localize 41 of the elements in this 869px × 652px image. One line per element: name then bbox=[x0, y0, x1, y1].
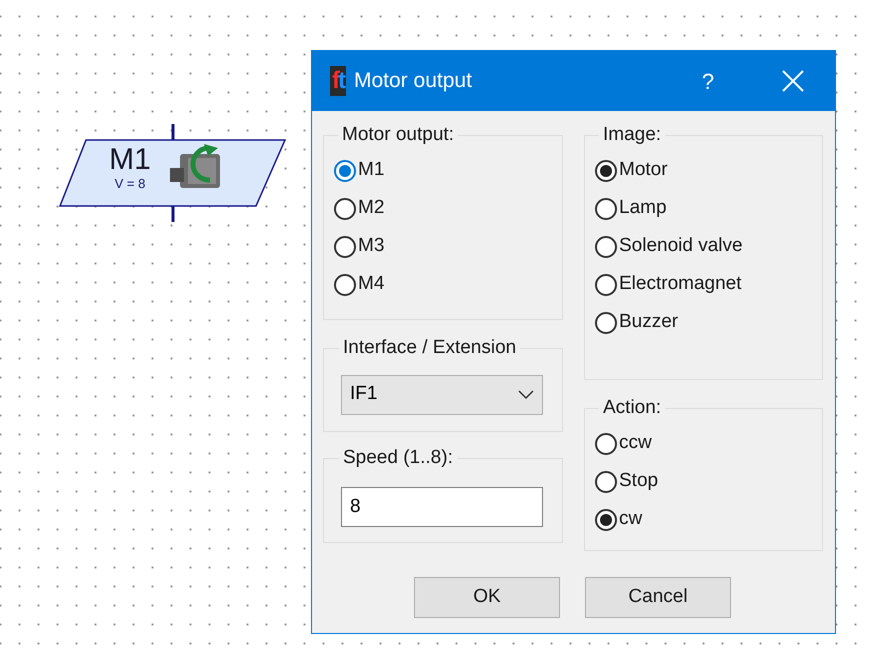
group-title: Image: bbox=[602, 123, 662, 147]
radio-button[interactable] bbox=[595, 198, 617, 220]
radio-label: cw bbox=[619, 507, 642, 532]
radio-label: ccw bbox=[619, 431, 652, 456]
radio-label: M1 bbox=[358, 158, 384, 182]
radio-label: Motor bbox=[619, 158, 668, 182]
radio-label: Electromagnet bbox=[619, 272, 742, 296]
group-title: Speed (1..8): bbox=[342, 446, 454, 470]
close-icon bbox=[782, 70, 804, 92]
radio-button[interactable] bbox=[595, 508, 617, 530]
speed-input[interactable]: 8 bbox=[341, 486, 543, 526]
radio-label: Lamp bbox=[619, 196, 667, 220]
radio-button[interactable] bbox=[595, 236, 617, 258]
radio-label: Stop bbox=[619, 469, 658, 494]
radio-label: M3 bbox=[358, 234, 384, 258]
group-title: Action: bbox=[602, 396, 662, 420]
radio-button[interactable] bbox=[595, 470, 617, 492]
radio-label: M4 bbox=[358, 272, 384, 296]
radio-label: M2 bbox=[358, 196, 384, 220]
radio-button[interactable] bbox=[595, 432, 617, 454]
radio-button[interactable] bbox=[595, 274, 617, 296]
interface-dropdown[interactable]: IF1 bbox=[341, 374, 543, 414]
help-button[interactable]: ? bbox=[683, 61, 733, 101]
dialog-button[interactable]: OK bbox=[414, 577, 560, 618]
radio-button[interactable] bbox=[334, 198, 356, 220]
motor-icon bbox=[170, 144, 220, 188]
radio-button[interactable] bbox=[595, 160, 617, 182]
block-subtitle: V = 8 bbox=[114, 176, 146, 192]
radio-button[interactable] bbox=[334, 236, 356, 258]
radio-button[interactable] bbox=[334, 160, 356, 182]
chevron-down-icon bbox=[518, 390, 534, 400]
radio-button[interactable] bbox=[334, 274, 356, 296]
radio-label: Buzzer bbox=[619, 310, 678, 334]
radio-label: Solenoid valve bbox=[619, 234, 743, 258]
dialog-button[interactable]: Cancel bbox=[585, 577, 731, 618]
window-title: Motor output bbox=[354, 68, 472, 94]
block-label: M1 bbox=[109, 144, 151, 176]
group-title: Interface / Extension bbox=[342, 336, 518, 360]
app-logo: ft bbox=[330, 66, 346, 96]
radio-button[interactable] bbox=[595, 312, 617, 334]
group-title: Motor output: bbox=[341, 123, 455, 147]
